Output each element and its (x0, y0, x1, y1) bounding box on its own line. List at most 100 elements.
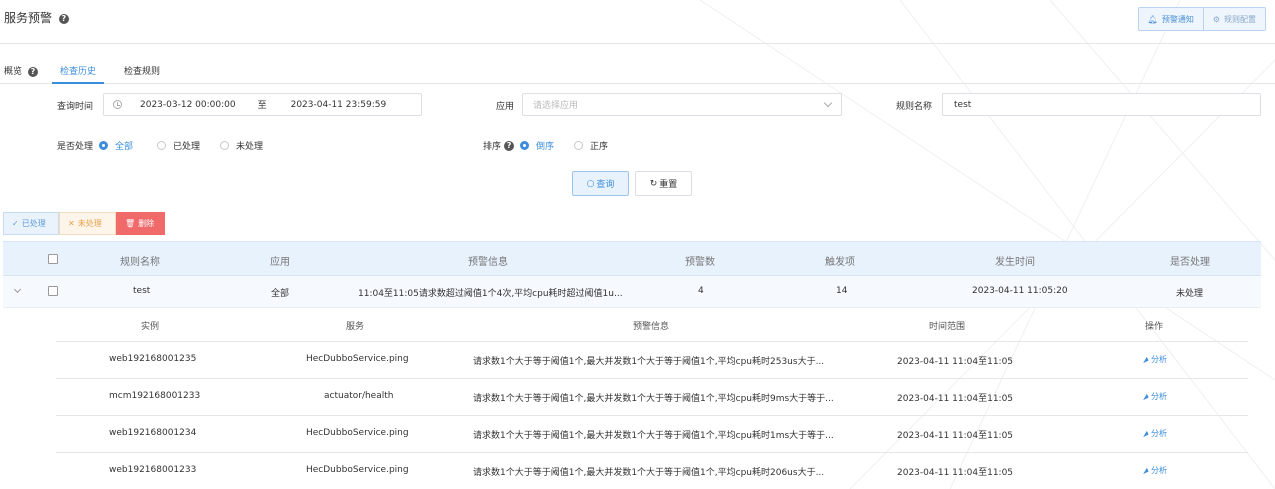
sort-filter: 排序 ? 倒序 正序 (483, 139, 624, 152)
table-row[interactable]: test 全部 11:04至11:05请求数超过阈值1个4次,平均cpu耗时超过… (3, 276, 1261, 308)
cell-service: actuator/health (324, 391, 394, 401)
range-separator: 至 (257, 101, 267, 111)
row-checkbox[interactable] (48, 286, 58, 296)
radio-handled[interactable]: 已处理 (157, 139, 200, 152)
radio-dot (220, 141, 230, 150)
column-instance: 实例 (141, 322, 160, 332)
column-app: 应用 (270, 257, 290, 268)
gear-icon: ⚙ (1212, 14, 1220, 24)
delete-label: 删除 (138, 219, 155, 228)
question-circle-icon[interactable]: ? (504, 140, 515, 151)
app-select[interactable]: 请选择应用 (522, 93, 842, 116)
instance-detail-table: 实例 服务 预警信息 时间范围 操作 web192168001235 HecDu… (56, 308, 1248, 489)
alert-notification-label: 预警通知 (1161, 14, 1194, 24)
reset-button[interactable]: ↻ 重置 (635, 171, 692, 196)
app-label: 应用 (496, 102, 515, 112)
tab-history[interactable]: 检查历史 (60, 64, 96, 77)
cell-count: 4 (698, 286, 704, 296)
rule-name-label: 规则名称 (896, 102, 933, 112)
date-range-picker[interactable]: 2023-03-12 00:00:00 至 2023-04-11 23:59:5… (103, 93, 422, 116)
radio-asc[interactable]: 正序 (574, 139, 608, 152)
page-root: 服务预警 ? 🔔︎ 预警通知 ⚙ 规则配置 概览 ? 检查历史 检查规则 查询时… (0, 0, 1275, 489)
mark-unhandled-button[interactable]: ✕ 未处理 (59, 212, 116, 235)
analyze-link[interactable]: 分析 (1141, 465, 1167, 476)
tab-overview[interactable]: 概览 ? (4, 64, 38, 77)
send-icon (1141, 467, 1149, 474)
rule-config-label: 规则配置 (1224, 14, 1256, 24)
send-icon (1141, 356, 1149, 363)
cell-instance: web192168001233 (109, 465, 197, 475)
page-header: 服务预警 ? 🔔︎ 预警通知 ⚙ 规则配置 (0, 0, 1275, 44)
search-button[interactable]: ○ 查询 (572, 171, 629, 196)
delete-button[interactable]: 🗑︎ 删除 (116, 212, 165, 235)
chevron-down-icon[interactable] (13, 285, 22, 294)
analyze-link[interactable]: 分析 (1141, 428, 1167, 439)
cell-service: HecDubboService.ping (306, 465, 409, 475)
sub-table-row: web192168001233 HecDubboService.ping 请求数… (56, 453, 1248, 489)
tab-rules[interactable]: 检查规则 (124, 64, 160, 77)
cell-instance: web192168001235 (109, 354, 197, 364)
question-circle-icon[interactable]: ? (58, 13, 69, 24)
clock-icon (113, 100, 122, 109)
time-label: 查询时间 (57, 102, 94, 112)
search-button-label: 查询 (596, 180, 615, 190)
column-triggers: 触发项 (825, 257, 855, 268)
chevron-down-icon (823, 98, 833, 108)
app-select-placeholder: 请选择应用 (533, 101, 579, 111)
cell-sub-info: 请求数1个大于等于阈值1个,最大并发数1个大于等于阈值1个,平均cpu耗时1ms… (473, 431, 834, 441)
select-all-checkbox[interactable] (48, 254, 58, 264)
reset-button-label: 重置 (659, 180, 678, 190)
bell-icon: 🔔︎ (1147, 14, 1158, 24)
rule-config-button[interactable]: ⚙ 规则配置 (1202, 8, 1265, 30)
analyze-link[interactable]: 分析 (1141, 391, 1167, 402)
page-title: 服务预警 ? (4, 9, 69, 26)
question-circle-icon[interactable]: ? (27, 66, 38, 77)
check-icon: ✓ (12, 219, 19, 228)
analyze-label: 分析 (1151, 466, 1167, 475)
rule-name-value: test (954, 99, 972, 110)
radio-handled-label: 已处理 (173, 142, 201, 152)
cell-rule: test (133, 286, 151, 296)
alert-history-table: 规则名称 应用 预警信息 预警数 触发项 发生时间 是否处理 test 全部 1… (3, 241, 1261, 308)
column-service: 服务 (346, 322, 365, 332)
close-icon: ✕ (68, 219, 75, 228)
cell-instance: web192168001234 (109, 428, 197, 438)
cell-service: HecDubboService.ping (306, 354, 409, 364)
table-header: 规则名称 应用 预警信息 预警数 触发项 发生时间 是否处理 (3, 241, 1261, 276)
cell-status: 未处理 (1176, 289, 1204, 299)
sub-table-row: web192168001235 HecDubboService.ping 请求数… (56, 342, 1248, 379)
sub-table-row: mcm192168001233 actuator/health 请求数1个大于等… (56, 379, 1248, 416)
batch-actions: ✓ 已处理 ✕ 未处理 🗑︎ 删除 (3, 212, 165, 235)
cell-info: 11:04至11:05请求数超过阈值1个4次,平均cpu耗时超过阈值1u... (358, 289, 623, 299)
active-tab-indicator (52, 82, 104, 84)
handled-filter: 是否处理 全部 已处理 未处理 (57, 139, 279, 152)
tab-overview-label: 概览 (4, 67, 23, 77)
cell-range: 2023-04-11 11:04至11:05 (897, 394, 1014, 404)
radio-asc-label: 正序 (590, 142, 609, 152)
alert-notification-button[interactable]: 🔔︎ 预警通知 (1139, 8, 1203, 30)
cell-app: 全部 (271, 289, 290, 299)
cell-range: 2023-04-11 11:04至11:05 (897, 468, 1014, 478)
analyze-label: 分析 (1151, 355, 1167, 364)
start-date[interactable]: 2023-03-12 00:00:00 (140, 100, 236, 110)
cell-range: 2023-04-11 11:04至11:05 (897, 357, 1014, 367)
end-date[interactable]: 2023-04-11 23:59:59 (291, 100, 387, 110)
send-icon (1141, 430, 1149, 437)
sort-label: 排序 (483, 142, 502, 152)
cell-triggers: 14 (836, 286, 848, 296)
rule-name-input[interactable]: test (942, 93, 1261, 116)
page-title-text: 服务预警 (4, 11, 53, 25)
radio-unhandled-label: 未处理 (236, 142, 264, 152)
analyze-label: 分析 (1151, 429, 1167, 438)
refresh-icon: ↻ (649, 178, 658, 189)
mark-handled-button[interactable]: ✓ 已处理 (3, 212, 59, 235)
cell-sub-info: 请求数1个大于等于阈值1个,最大并发数1个大于等于阈值1个,平均cpu耗时9ms… (473, 394, 834, 404)
column-status: 是否处理 (1170, 257, 1210, 268)
radio-desc[interactable]: 倒序 (520, 139, 554, 152)
radio-all[interactable]: 全部 (99, 139, 133, 152)
column-alert-info: 预警信息 (468, 257, 508, 268)
cell-sub-info: 请求数1个大于等于阈值1个,最大并发数1个大于等于阈值1个,平均cpu耗时253… (473, 357, 825, 367)
mark-unhandled-label: 未处理 (77, 219, 102, 228)
radio-unhandled[interactable]: 未处理 (220, 139, 263, 152)
analyze-link[interactable]: 分析 (1141, 354, 1167, 365)
